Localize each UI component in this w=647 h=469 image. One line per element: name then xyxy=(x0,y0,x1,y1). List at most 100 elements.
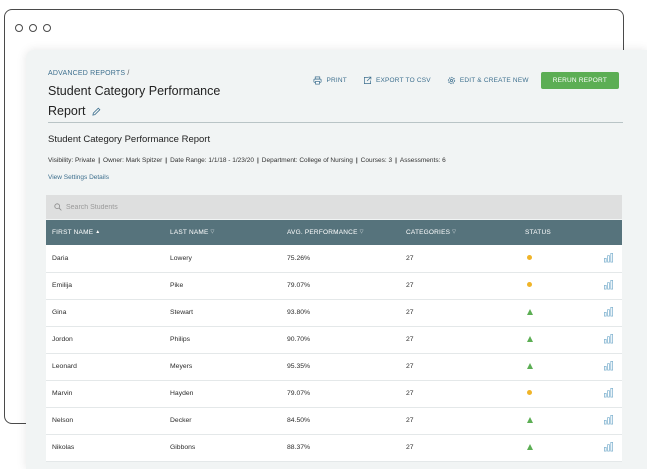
cell-status xyxy=(519,407,587,434)
print-button[interactable]: PRINT xyxy=(313,76,347,85)
cell-status xyxy=(519,326,587,353)
table-row[interactable]: Daria Lowery 75.26% 27 xyxy=(46,245,622,272)
cell-status xyxy=(519,272,587,299)
cell-last-name: Gibbons xyxy=(170,444,196,451)
cell-last-name: Meyers xyxy=(170,363,193,370)
meta-department: Department: College of Nursing xyxy=(261,157,353,164)
cell-categories: 27 xyxy=(406,390,414,397)
breadcrumb: ADVANCED REPORTS / xyxy=(48,70,130,77)
breadcrumb-advanced-reports[interactable]: ADVANCED REPORTS xyxy=(48,70,125,77)
table-row[interactable]: Nikolas Gibbons 88.37% 27 xyxy=(46,434,622,461)
page-title-text: Student Category Performance Report xyxy=(48,84,221,118)
cell-chart xyxy=(587,434,622,461)
cell-first-name: Marvin xyxy=(52,390,73,397)
cell-status xyxy=(519,380,587,407)
export-csv-button[interactable]: EXPORT TO CSV xyxy=(363,76,431,85)
window-controls xyxy=(15,24,51,32)
cell-first-name: Nelson xyxy=(52,417,74,424)
cell-first-name: Jordon xyxy=(52,336,73,343)
report-title: Student Category Performance Report xyxy=(48,134,211,145)
cell-last-name: Philips xyxy=(170,336,191,343)
meta-assessments: Assessments: 6 xyxy=(399,157,446,164)
toolbar: PRINT EXPORT TO CSV EDIT & CREATE NEW RE… xyxy=(297,72,619,89)
cell-first-name: Emilija xyxy=(52,282,73,289)
meta-courses: Courses: 3 xyxy=(360,157,393,164)
cell-status xyxy=(519,434,587,461)
cell-first-name: Gina xyxy=(52,309,67,316)
cell-last-name: Hayden xyxy=(170,390,194,397)
table-row[interactable]: Jordon Philips 90.70% 27 xyxy=(46,326,622,353)
bar-chart-icon[interactable] xyxy=(603,387,614,398)
bar-chart-icon[interactable] xyxy=(603,306,614,317)
cell-avg-performance: 79.07% xyxy=(287,282,311,289)
cell-categories: 27 xyxy=(406,444,414,451)
cell-status xyxy=(519,353,587,380)
window-dot-icon[interactable] xyxy=(15,24,23,32)
bar-chart-icon[interactable] xyxy=(603,279,614,290)
column-header-status: STATUS xyxy=(525,229,551,236)
report-window: ADVANCED REPORTS / Student Category Perf… xyxy=(26,50,647,469)
cell-status xyxy=(519,245,587,272)
table-row[interactable]: Emilija Pike 79.07% 27 xyxy=(46,272,622,299)
cell-avg-performance: 88.37% xyxy=(287,444,311,451)
cell-last-name: Stewart xyxy=(170,309,194,316)
meta-visibility: Visibility: Private xyxy=(48,157,96,164)
bar-chart-icon[interactable] xyxy=(603,252,614,263)
cell-categories: 27 xyxy=(406,336,414,343)
window-dot-icon[interactable] xyxy=(43,24,51,32)
view-settings-link[interactable]: View Settings Details xyxy=(48,174,109,181)
cell-first-name: Daria xyxy=(52,254,69,262)
meta-date-range: Date Range: 1/1/18 - 1/23/20 xyxy=(170,157,254,164)
table-header-row: FIRST NAME ▲ LAST NAME ▽ AVG. PERFORMANCE ▽… xyxy=(46,220,622,245)
status-up-icon xyxy=(527,416,533,423)
page-title: Student Category Performance Report xyxy=(48,81,248,121)
print-label: PRINT xyxy=(326,77,347,84)
bar-chart-icon[interactable] xyxy=(603,360,614,371)
cell-categories: 27 xyxy=(406,417,414,424)
meta-owner: Owner: Mark Spitzer xyxy=(103,157,163,164)
cell-avg-performance: 93.80% xyxy=(287,309,311,316)
sort-down-icon: ▽ xyxy=(452,229,457,235)
cell-first-name: Leonard xyxy=(52,363,77,370)
students-table: FIRST NAME ▲ LAST NAME ▽ AVG. PERFORMANCE ▽… xyxy=(46,220,622,462)
column-header-categories[interactable]: CATEGORIES ▽ xyxy=(400,220,519,245)
cell-chart xyxy=(587,380,622,407)
table-row[interactable]: Nelson Decker 84.50% 27 xyxy=(46,407,622,434)
cell-last-name: Decker xyxy=(170,417,192,424)
table-row[interactable]: Gina Stewart 93.80% 27 xyxy=(46,299,622,326)
table-row[interactable]: Marvin Hayden 79.07% 27 xyxy=(46,380,622,407)
cell-last-name: Pike xyxy=(170,282,184,289)
bar-chart-icon[interactable] xyxy=(603,414,614,425)
column-header-chart xyxy=(587,220,622,245)
bar-chart-icon[interactable] xyxy=(603,441,614,452)
export-icon xyxy=(363,76,372,85)
status-up-icon xyxy=(527,443,533,450)
column-header-last-name[interactable]: LAST NAME ▽ xyxy=(164,220,281,245)
cell-avg-performance: 84.50% xyxy=(287,417,311,424)
edit-create-button[interactable]: EDIT & CREATE NEW xyxy=(447,76,529,85)
cell-categories: 27 xyxy=(406,363,414,370)
status-up-icon xyxy=(527,308,533,315)
window-dot-icon[interactable] xyxy=(29,24,37,32)
pencil-icon[interactable] xyxy=(92,107,101,116)
cell-chart xyxy=(587,299,622,326)
search-icon xyxy=(54,203,62,211)
report-meta: Visibility: Private | Owner: Mark Spitzer |… xyxy=(48,157,446,164)
table-row[interactable]: Leonard Meyers 95.35% 27 xyxy=(46,353,622,380)
cell-categories: 27 xyxy=(406,254,414,262)
cell-categories: 27 xyxy=(406,282,414,289)
bar-chart-icon[interactable] xyxy=(603,333,614,344)
cell-categories: 27 xyxy=(406,309,414,316)
breadcrumb-separator: / xyxy=(127,70,130,77)
cell-status xyxy=(519,299,587,326)
sort-down-icon: ▽ xyxy=(210,229,215,235)
cell-first-name: Nikolas xyxy=(52,444,75,451)
sort-down-icon: ▽ xyxy=(359,229,364,235)
rerun-report-button[interactable]: RERUN REPORT xyxy=(540,72,619,89)
column-header-avg-performance[interactable]: AVG. PERFORMANCE ▽ xyxy=(281,220,400,245)
cell-chart xyxy=(587,272,622,299)
edit-label: EDIT & CREATE NEW xyxy=(459,77,529,84)
column-header-first-name[interactable]: FIRST NAME ▲ xyxy=(46,220,164,245)
status-up-icon xyxy=(527,362,533,369)
search-input[interactable] xyxy=(66,203,266,211)
